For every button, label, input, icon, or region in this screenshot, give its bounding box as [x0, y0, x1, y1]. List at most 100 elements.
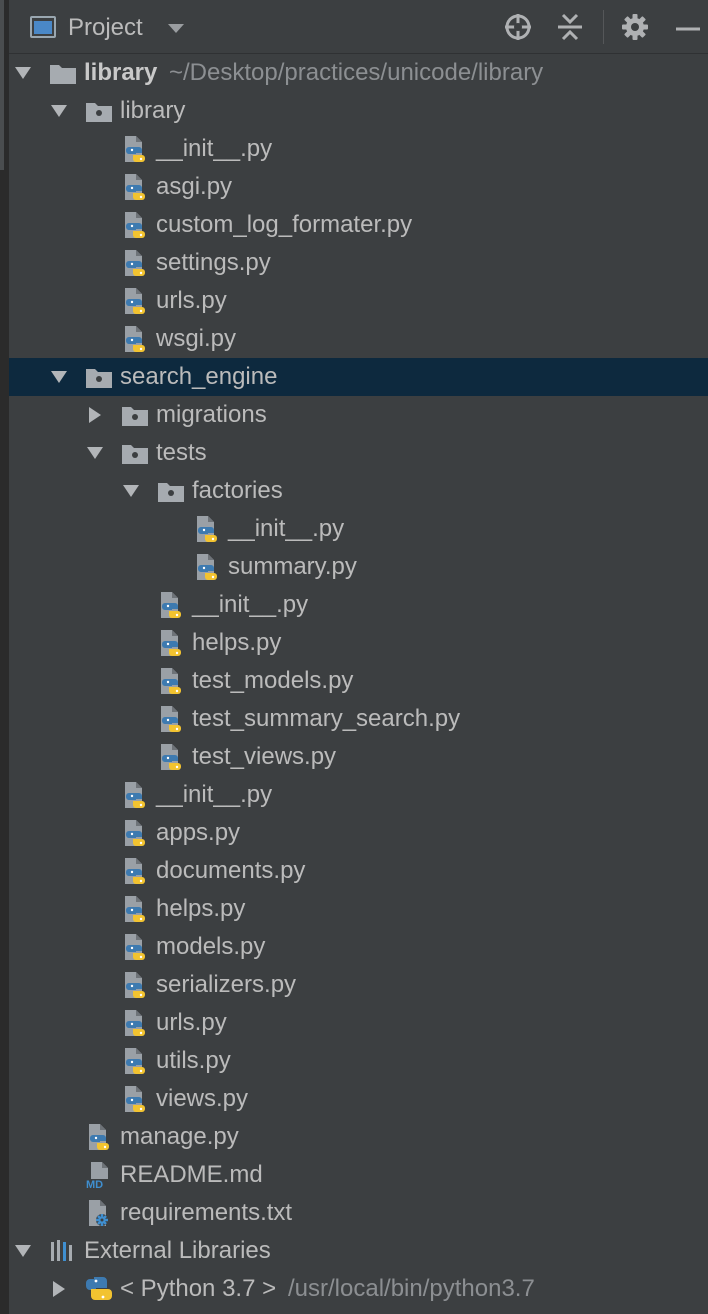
tree-item-label: __init__.py: [192, 591, 309, 618]
python-file-icon: [121, 857, 149, 885]
tree-item-label: wsgi.py: [156, 325, 237, 352]
package-folder-icon: [157, 477, 185, 505]
tree-item-label: External Libraries: [84, 1237, 271, 1264]
package-folder-icon: [85, 363, 113, 391]
left-tool-strip-marker: [0, 0, 4, 170]
python-file-icon: [121, 971, 149, 999]
tree-item-python-sdk[interactable]: < Python 3.7 > /usr/local/bin/python3.7: [9, 1270, 708, 1308]
tree-item-label: helps.py: [156, 895, 246, 922]
tree-item-label: factories: [192, 477, 283, 504]
tree-item-settings-py[interactable]: settings.py: [9, 244, 708, 282]
tree-item-test-models-py[interactable]: test_models.py: [9, 662, 708, 700]
python-file-icon: [85, 1123, 113, 1151]
tree-item-factories-init-py[interactable]: __init__.py: [9, 510, 708, 548]
tree-item-library-root[interactable]: library ~/Desktop/practices/unicode/libra…: [9, 54, 708, 92]
tree-item-label: migrations: [156, 401, 267, 428]
tree-item-apps-py[interactable]: apps.py: [9, 814, 708, 852]
tree-item-label: summary.py: [228, 553, 357, 580]
tree-item-label: serializers.py: [156, 971, 297, 998]
expand-arrow-icon[interactable]: [13, 1243, 33, 1259]
tree-item-label: helps.py: [192, 629, 282, 656]
gear-icon[interactable]: [620, 12, 650, 42]
python-file-icon: [121, 211, 149, 239]
tree-item-path: /usr/local/bin/python3.7: [288, 1275, 535, 1302]
tree-item-label: documents.py: [156, 857, 306, 884]
python-file-icon: [121, 135, 149, 163]
tree-item-requirements-txt[interactable]: requirements.txt: [9, 1194, 708, 1232]
tree-item-search-engine-urls-py[interactable]: urls.py: [9, 1004, 708, 1042]
tree-item-tests[interactable]: tests: [9, 434, 708, 472]
tree-item-wsgi-py[interactable]: wsgi.py: [9, 320, 708, 358]
tree-item-tests-init-py[interactable]: __init__.py: [9, 586, 708, 624]
python-file-icon: [157, 591, 185, 619]
project-tool-window-header: Project: [9, 0, 708, 54]
tree-item-search-engine-init-py[interactable]: __init__.py: [9, 776, 708, 814]
tree-item-test-summary-search-py[interactable]: test_summary_search.py: [9, 700, 708, 738]
tree-item-asgi-py[interactable]: asgi.py: [9, 168, 708, 206]
tree-item-urls-py[interactable]: urls.py: [9, 282, 708, 320]
tree-item-label: utils.py: [156, 1047, 231, 1074]
python-file-icon: [121, 1009, 149, 1037]
expand-arrow-icon[interactable]: [121, 483, 141, 499]
tree-item-external-libraries[interactable]: External Libraries: [9, 1232, 708, 1270]
minimize-icon[interactable]: [673, 12, 703, 42]
python-file-icon: [121, 249, 149, 277]
tree-item-label: requirements.txt: [120, 1199, 293, 1226]
python-file-icon: [121, 819, 149, 847]
tree-item-test-views-py[interactable]: test_views.py: [9, 738, 708, 776]
tree-item-helps-py[interactable]: helps.py: [9, 890, 708, 928]
expand-arrow-icon[interactable]: [49, 369, 69, 385]
header-separator: [603, 10, 604, 44]
tree-item-label: search_engine: [120, 363, 278, 390]
python-file-icon: [121, 173, 149, 201]
tree-item-documents-py[interactable]: documents.py: [9, 852, 708, 890]
left-tool-strip: [0, 0, 9, 1314]
tree-item-library-package[interactable]: library: [9, 92, 708, 130]
expand-arrow-icon[interactable]: [49, 103, 69, 119]
collapse-arrow-icon[interactable]: [49, 1281, 69, 1297]
tree-item-label: test_models.py: [192, 667, 354, 694]
locate-icon[interactable]: [503, 12, 533, 42]
tree-item-summary-py[interactable]: summary.py: [9, 548, 708, 586]
tree-item-init-py[interactable]: __init__.py: [9, 130, 708, 168]
tree-item-search-engine[interactable]: search_engine: [9, 358, 708, 396]
tree-item-label: urls.py: [156, 1009, 227, 1036]
tree-item-manage-py[interactable]: manage.py: [9, 1118, 708, 1156]
package-folder-icon: [85, 97, 113, 125]
package-folder-icon: [121, 401, 149, 429]
tree-item-label: views.py: [156, 1085, 249, 1112]
tree-item-tests-helps-py[interactable]: helps.py: [9, 624, 708, 662]
svg-text:MD: MD: [86, 1179, 103, 1189]
tree-item-serializers-py[interactable]: serializers.py: [9, 966, 708, 1004]
tree-item-factories[interactable]: factories: [9, 472, 708, 510]
tree-item-label: tests: [156, 439, 207, 466]
python-file-icon: [193, 553, 221, 581]
tree-item-label: test_views.py: [192, 743, 337, 770]
tree-item-label: __init__.py: [228, 515, 345, 542]
tree-item-utils-py[interactable]: utils.py: [9, 1042, 708, 1080]
tree-item-custom-log-formater-py[interactable]: custom_log_formater.py: [9, 206, 708, 244]
tree-item-migrations[interactable]: migrations: [9, 396, 708, 434]
tree-item-label: < Python 3.7 >: [120, 1275, 277, 1302]
root-folder-icon: [49, 59, 77, 87]
view-selector-title[interactable]: Project: [68, 14, 143, 42]
expand-arrow-icon[interactable]: [13, 65, 33, 81]
tree-item-readme-md[interactable]: MD README.md: [9, 1156, 708, 1194]
tree-item-models-py[interactable]: models.py: [9, 928, 708, 966]
expand-arrow-icon[interactable]: [85, 445, 105, 461]
collapse-arrow-icon[interactable]: [85, 407, 105, 423]
tree-item-label: library: [84, 59, 158, 86]
tree-item-label: library: [120, 97, 186, 124]
tree-item-label: test_summary_search.py: [192, 705, 461, 732]
collapse-all-icon[interactable]: [555, 12, 585, 42]
python-file-icon: [121, 1047, 149, 1075]
python-file-icon: [157, 705, 185, 733]
external-libraries-icon: [49, 1237, 77, 1265]
tree-item-views-py[interactable]: views.py: [9, 1080, 708, 1118]
chevron-down-icon[interactable]: [168, 24, 184, 33]
python-file-icon: [157, 667, 185, 695]
python-file-icon: [121, 895, 149, 923]
requirements-file-icon: [85, 1199, 113, 1227]
markdown-file-icon: MD: [85, 1161, 113, 1189]
python-file-icon: [157, 743, 185, 771]
